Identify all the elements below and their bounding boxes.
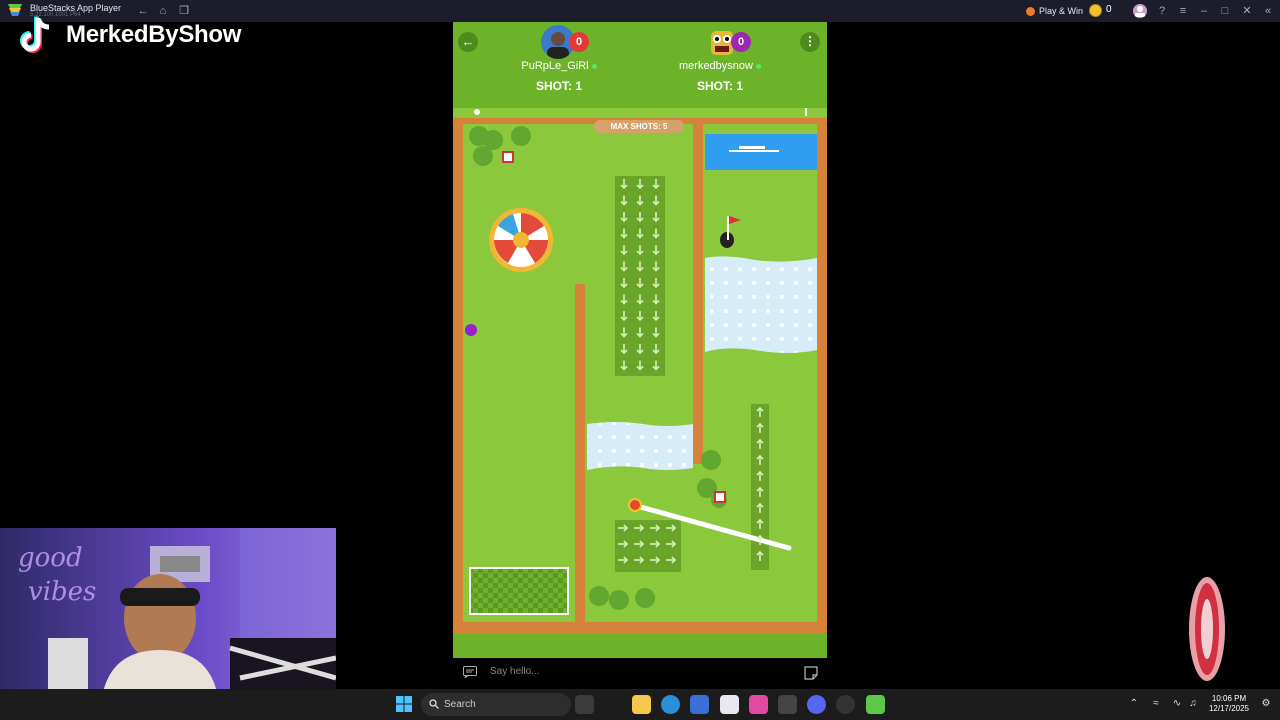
window-titlebar: BlueStacks App Player 5.22.100.1001 P64 …: [0, 0, 1280, 22]
svg-text:vibes: vibes: [28, 577, 96, 607]
play-win-icon: [1026, 7, 1035, 16]
bluestacks-taskbar-icon[interactable]: [866, 695, 885, 714]
help-icon[interactable]: ?: [1154, 3, 1170, 19]
app-icon[interactable]: [778, 695, 797, 714]
windows-taskbar: Search ⌃ ≈ ∿ ♫ 10:06 PM 12/17/2025 ⚙: [0, 689, 1280, 720]
taskview-icon[interactable]: [575, 695, 594, 714]
discord-icon[interactable]: [807, 695, 826, 714]
store-icon[interactable]: [690, 695, 709, 714]
guitar-pick-badge-icon: [1189, 577, 1225, 681]
game-header: ← 0 PuRpLe_GiRl SHOT: 1 0 merkedbysnow S…: [453, 22, 827, 118]
sidebar-expand-icon[interactable]: «: [1260, 3, 1276, 19]
hamburger-menu-icon[interactable]: ≡: [1175, 3, 1191, 19]
notes-app-icon[interactable]: [720, 695, 739, 714]
clock-date: 12/17/2025: [1208, 704, 1250, 713]
max-shots-banner: MAX SHOTS: 5: [594, 120, 684, 133]
search-icon: [429, 699, 439, 709]
player2-name: merkedbysnow: [640, 60, 800, 72]
back-arrow-icon[interactable]: ←: [135, 3, 151, 19]
channel-name: MerkedByShow: [66, 21, 242, 48]
screen: BlueStacks App Player 5.22.100.1001 P64 …: [0, 0, 1280, 720]
game-menu-button[interactable]: ⋮: [800, 32, 820, 52]
windows-start-icon[interactable]: [396, 696, 412, 712]
player1-score-badge: 0: [569, 32, 589, 52]
player1-name: PuRpLe_GiRl: [479, 60, 639, 72]
coin-count: 0: [1106, 4, 1112, 15]
bluestacks-logo-icon: [8, 4, 22, 16]
chevron-up-icon[interactable]: ⌃: [1128, 698, 1140, 710]
online-indicator-icon: [591, 63, 597, 69]
player2-shot-count: SHOT: 1: [696, 79, 743, 93]
chat-input[interactable]: Say hello...: [490, 666, 539, 677]
player2-score-badge: 0: [731, 32, 751, 52]
edge-browser-icon[interactable]: [661, 695, 680, 714]
clock[interactable]: 10:06 PM 12/17/2025: [1204, 694, 1254, 714]
restore-icon[interactable]: □: [1217, 3, 1233, 19]
taskbar-search[interactable]: Search: [421, 693, 571, 716]
golf-course[interactable]: [453, 108, 827, 634]
spinner-wheel: [489, 208, 553, 272]
network-vpn-icon[interactable]: ≈: [1150, 698, 1162, 710]
chat-bubble-icon: [463, 666, 477, 678]
home-icon[interactable]: ⌂: [155, 3, 171, 19]
chat-bar[interactable]: Say hello...: [453, 658, 827, 689]
clock-time: 10:06 PM: [1211, 694, 1247, 703]
coin-icon: [1089, 4, 1102, 17]
wifi-icon[interactable]: ∿: [1171, 698, 1183, 710]
volume-icon[interactable]: ♫: [1187, 698, 1199, 710]
online-indicator-icon: [755, 63, 761, 69]
play-win-label: Play & Win: [1039, 6, 1084, 16]
game-screen: ← 0 PuRpLe_GiRl SHOT: 1 0 merkedbysnow S…: [453, 22, 827, 689]
player1-shot-count: SHOT: 1: [535, 79, 582, 93]
copilot-icon[interactable]: [749, 695, 768, 714]
tiktok-logo-icon: [20, 16, 50, 53]
play-win-button[interactable]: Play & Win: [1026, 4, 1083, 18]
notifications-icon[interactable]: ⚙: [1260, 698, 1272, 710]
svg-text:good: good: [18, 543, 83, 573]
obs-icon[interactable]: [836, 695, 855, 714]
minimize-icon[interactable]: –: [1196, 3, 1212, 19]
search-placeholder: Search: [444, 699, 476, 710]
close-icon[interactable]: ✕: [1239, 3, 1255, 19]
game-back-button[interactable]: ←: [458, 32, 478, 52]
profile-avatar-icon[interactable]: [1132, 3, 1148, 19]
multi-window-icon[interactable]: ❐: [176, 3, 192, 19]
file-explorer-icon[interactable]: [632, 695, 651, 714]
sticker-icon[interactable]: [804, 666, 818, 680]
